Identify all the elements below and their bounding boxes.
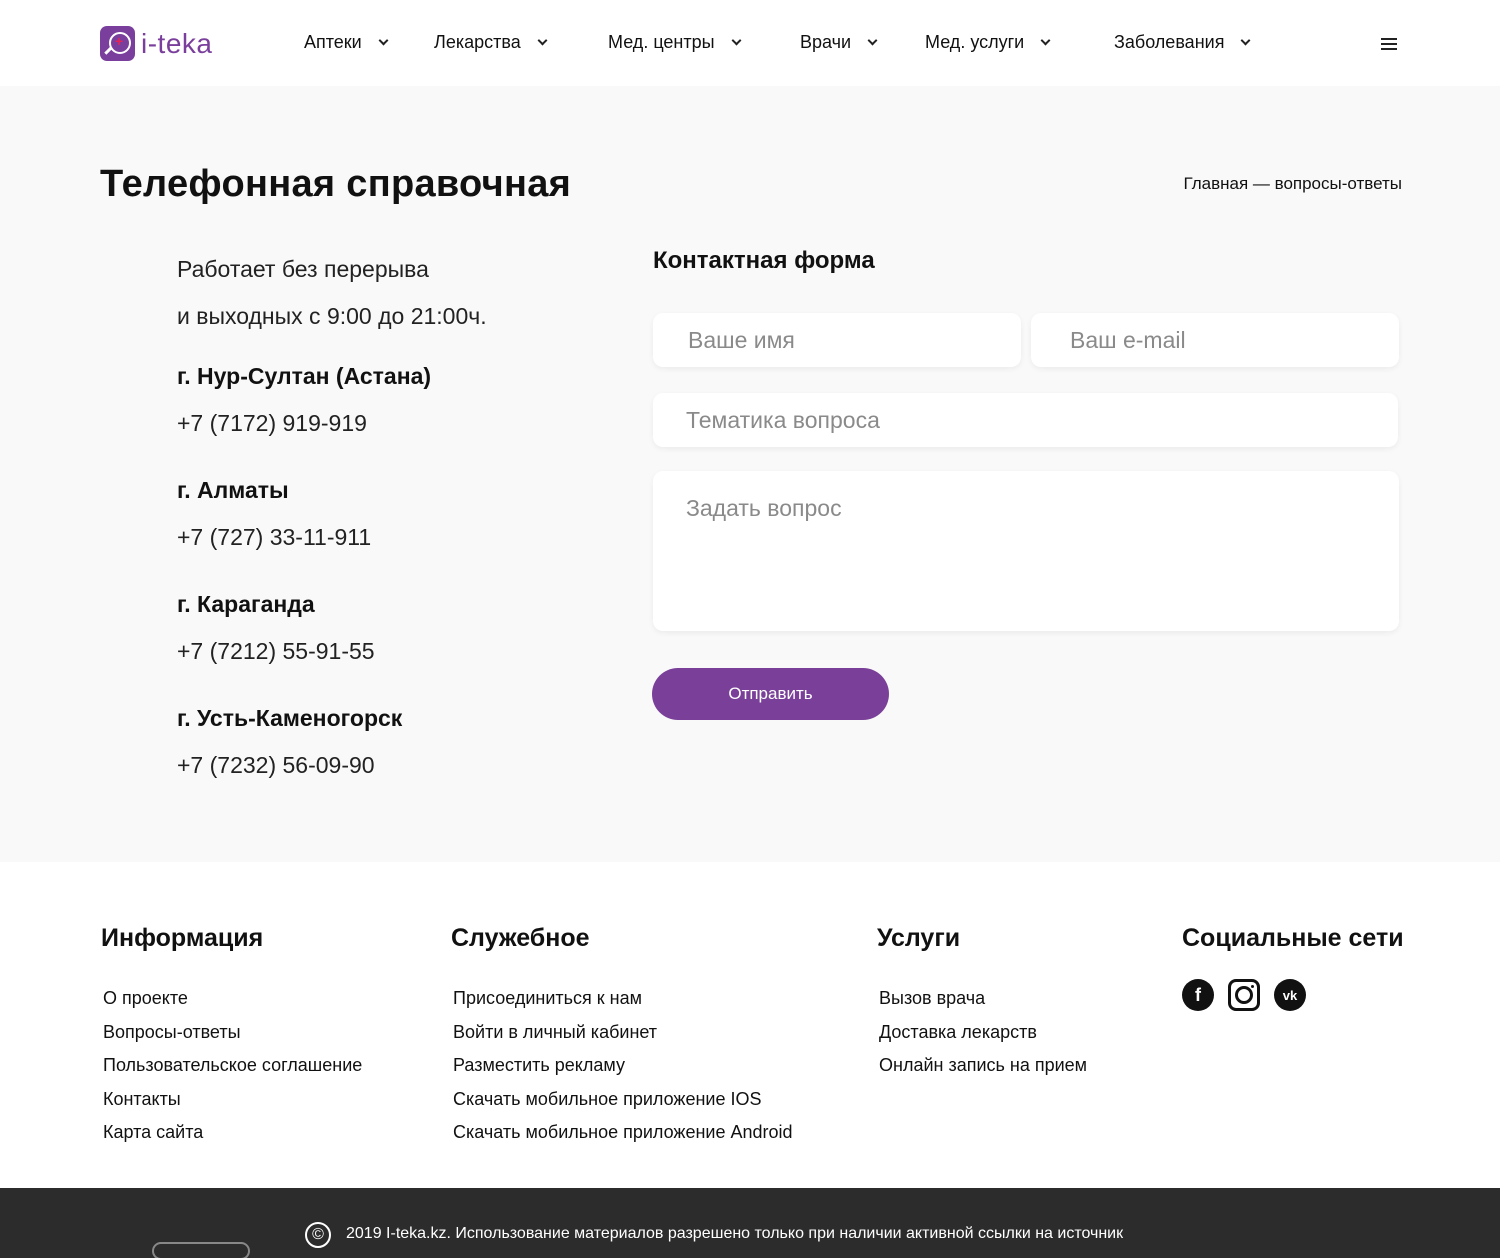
instagram-icon[interactable]: [1228, 979, 1260, 1011]
logo-icon: +: [100, 26, 135, 61]
nav-item-medicines[interactable]: Лекарства: [434, 32, 548, 53]
nav-label: Лекарства: [434, 32, 521, 52]
city-name: г. Алматы: [177, 477, 289, 503]
name-input[interactable]: [653, 313, 1021, 367]
footer-link[interactable]: Онлайн запись на прием: [879, 1049, 1087, 1083]
nav-item-doctors[interactable]: Врачи: [800, 32, 878, 53]
scroll-handle[interactable]: [152, 1242, 250, 1258]
nav-item-diseases[interactable]: Заболевания: [1114, 32, 1251, 53]
nav-label: Аптеки: [304, 32, 362, 52]
phone-number[interactable]: +7 (7232) 56-09-90: [177, 752, 375, 779]
copyright-text: 2019 I-teka.kz. Использование материалов…: [346, 1225, 1124, 1242]
hours-line: и выходных с 9:00 до 21:00ч.: [177, 303, 487, 329]
footer-link[interactable]: Пользовательское соглашение: [103, 1049, 362, 1083]
facebook-icon[interactable]: f: [1182, 979, 1214, 1011]
footer-link[interactable]: Присоединиться к нам: [453, 982, 793, 1016]
hours-line: Работает без перерыва: [177, 256, 429, 282]
breadcrumb[interactable]: Главная — вопросы-ответы: [1183, 174, 1402, 194]
chevron-down-icon: [1040, 35, 1051, 46]
city-name: г. Караганда: [177, 591, 315, 617]
footer-column-title: Информация: [101, 924, 264, 952]
chevron-down-icon: [1240, 35, 1251, 46]
footer-link[interactable]: Войти в личный кабинет: [453, 1016, 793, 1050]
footer-link[interactable]: Скачать мобильное приложение Android: [453, 1116, 793, 1150]
footer-link[interactable]: Доставка лекарств: [879, 1016, 1087, 1050]
footer-link[interactable]: О проекте: [103, 982, 362, 1016]
footer-column-title: Служебное: [451, 924, 590, 952]
footer-link[interactable]: Вызов врача: [879, 982, 1087, 1016]
footer-link[interactable]: Контакты: [103, 1083, 362, 1117]
chevron-down-icon: [867, 35, 878, 46]
copyright-bar: © 2019 I-teka.kz. Использование материал…: [0, 1188, 1500, 1258]
phone-number[interactable]: +7 (7212) 55-91-55: [177, 638, 375, 665]
site-footer: Информация О проекте Вопросы-ответы Поль…: [0, 862, 1500, 1188]
footer-link[interactable]: Разместить рекламу: [453, 1049, 793, 1083]
nav-item-pharmacies[interactable]: Аптеки: [304, 32, 389, 53]
email-input[interactable]: [1031, 313, 1399, 367]
main-content: Телефонная справочная Главная — вопросы-…: [0, 86, 1500, 862]
chevron-down-icon: [537, 35, 548, 46]
nav-label: Врачи: [800, 32, 852, 52]
site-header: + i-teka Аптеки Лекарства Мед. центры Вр…: [0, 0, 1500, 86]
footer-links-info: О проекте Вопросы-ответы Пользовательско…: [103, 982, 362, 1150]
footer-link[interactable]: Карта сайта: [103, 1116, 362, 1150]
nav-label: Мед. услуги: [925, 32, 1025, 52]
phone-number[interactable]: +7 (7172) 919-919: [177, 410, 367, 437]
city-name: г. Усть-Каменогорск: [177, 705, 403, 731]
nav-label: Мед. центры: [608, 32, 715, 52]
phone-number[interactable]: +7 (727) 33-11-911: [177, 524, 371, 551]
logo-text: i-teka: [141, 27, 213, 59]
page-title: Телефонная справочная: [100, 163, 572, 205]
footer-column-title: Услуги: [877, 924, 961, 952]
nav-item-med-centers[interactable]: Мед. центры: [608, 32, 742, 53]
logo[interactable]: + i-teka: [100, 26, 212, 61]
copyright-icon: ©: [305, 1222, 331, 1248]
footer-links-services: Вызов врача Доставка лекарств Онлайн зап…: [879, 982, 1087, 1083]
footer-links-service: Присоединиться к нам Войти в личный каби…: [453, 982, 793, 1150]
contact-form-title: Контактная форма: [653, 247, 875, 274]
question-textarea[interactable]: [653, 471, 1399, 631]
topic-input[interactable]: [653, 393, 1398, 447]
footer-column-title: Социальные сети: [1182, 924, 1404, 952]
chevron-down-icon: [378, 35, 389, 46]
chevron-down-icon: [731, 35, 742, 46]
nav-item-med-services[interactable]: Мед. услуги: [925, 32, 1051, 53]
city-name: г. Нур-Султан (Астана): [177, 363, 432, 389]
vk-icon[interactable]: vk: [1274, 979, 1306, 1011]
footer-link[interactable]: Скачать мобильное приложение IOS: [453, 1083, 793, 1117]
nav-label: Заболевания: [1114, 32, 1225, 52]
working-hours: Работает без перерыва и выходных с 9:00 …: [177, 246, 487, 340]
footer-link[interactable]: Вопросы-ответы: [103, 1016, 362, 1050]
social-links: f vk: [1182, 979, 1306, 1011]
menu-icon[interactable]: [1381, 38, 1397, 50]
submit-button[interactable]: Отправить: [652, 668, 889, 720]
